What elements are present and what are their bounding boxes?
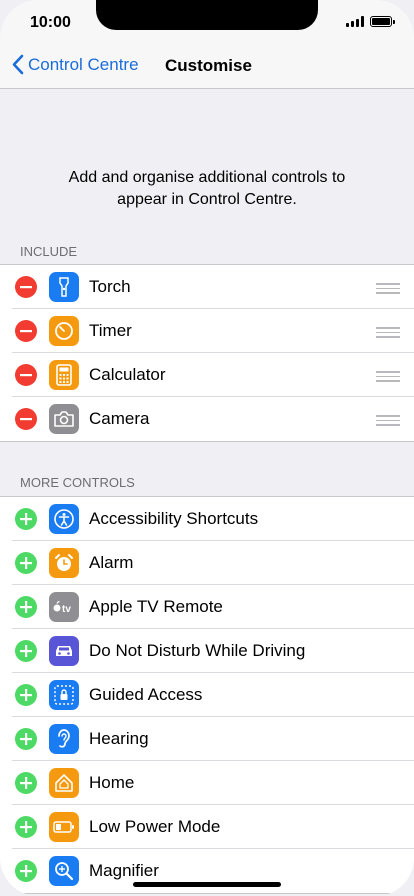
description-line: Add and organise additional controls to …	[68, 169, 346, 208]
navigation-bar: 10:00 Control Centre Customise	[0, 0, 414, 88]
plus-icon	[20, 821, 32, 833]
status-indicators	[346, 16, 395, 27]
reorder-handle-icon[interactable]	[376, 415, 400, 429]
minus-icon	[20, 286, 32, 289]
more-row-low-power-mode[interactable]: Low Power Mode	[0, 805, 414, 849]
plus-icon	[20, 777, 32, 789]
more-row-accessibility-shortcuts[interactable]: Accessibility Shortcuts	[0, 497, 414, 541]
more-row-apple-tv-remote[interactable]: tv Apple TV Remote	[0, 585, 414, 629]
row-label: Torch	[89, 277, 131, 296]
add-button[interactable]	[15, 552, 37, 574]
calculator-icon	[49, 360, 79, 390]
nav-divider	[0, 88, 414, 89]
more-row-guided-access[interactable]: Guided Access	[0, 673, 414, 717]
add-button[interactable]	[15, 596, 37, 618]
plus-icon	[20, 733, 32, 745]
row-label: Guided Access	[89, 685, 203, 704]
add-button[interactable]	[15, 640, 37, 662]
row-label: Timer	[89, 321, 132, 340]
plus-icon	[20, 645, 32, 657]
row-label: Camera	[89, 409, 150, 428]
more-controls-list: Accessibility Shortcuts Alarm tv Apple T…	[0, 496, 414, 894]
camera-icon	[49, 404, 79, 434]
row-label: Home	[89, 773, 135, 792]
plus-icon	[20, 689, 32, 701]
minus-icon	[20, 418, 32, 421]
add-button[interactable]	[15, 684, 37, 706]
remove-button[interactable]	[15, 364, 37, 386]
more-row-do-not-disturb-while-driving[interactable]: Do Not Disturb While Driving	[0, 629, 414, 673]
minus-icon	[20, 330, 32, 333]
guided-access-icon	[49, 680, 79, 710]
add-button[interactable]	[15, 816, 37, 838]
more-controls-section-header: MORE CONTROLS	[20, 475, 135, 490]
include-section-header: INCLUDE	[20, 244, 78, 259]
row-label: Do Not Disturb While Driving	[89, 641, 306, 660]
back-button-label: Control Centre	[28, 54, 139, 74]
row-label: Hearing	[89, 729, 149, 748]
add-button[interactable]	[15, 860, 37, 882]
home-icon	[49, 768, 79, 798]
apple-tv-icon: tv	[49, 592, 79, 622]
add-button[interactable]	[15, 508, 37, 530]
more-row-hearing[interactable]: Hearing	[0, 717, 414, 761]
row-label: Alarm	[89, 553, 134, 572]
ear-icon	[49, 724, 79, 754]
svg-text:tv: tv	[62, 604, 71, 614]
torch-icon	[49, 272, 79, 302]
remove-button[interactable]	[15, 320, 37, 342]
screen: 10:00 Control Centre Customise Add and o…	[0, 0, 414, 896]
cellular-signal-icon	[346, 16, 364, 27]
include-row-camera: Camera	[0, 397, 414, 441]
car-icon	[49, 636, 79, 666]
row-label: Calculator	[89, 365, 166, 384]
plus-icon	[20, 865, 32, 877]
magnifier-icon	[49, 856, 79, 886]
include-list: Torch Timer Calculator Camera	[0, 264, 414, 442]
accessibility-icon	[49, 504, 79, 534]
more-row-home[interactable]: Home	[0, 761, 414, 805]
plus-icon	[20, 601, 32, 613]
include-row-timer: Timer	[0, 309, 414, 353]
add-button[interactable]	[15, 728, 37, 750]
remove-button[interactable]	[15, 276, 37, 298]
remove-button[interactable]	[15, 408, 37, 430]
more-row-alarm[interactable]: Alarm	[0, 541, 414, 585]
battery-status-icon	[370, 16, 395, 27]
plus-icon	[20, 513, 32, 525]
row-label: Accessibility Shortcuts	[89, 509, 259, 528]
include-row-calculator: Calculator	[0, 353, 414, 397]
row-label: Magnifier	[89, 861, 159, 880]
chevron-left-icon	[12, 54, 24, 75]
row-label: Low Power Mode	[89, 817, 221, 836]
description-text: Add and organise additional controls to …	[0, 167, 414, 211]
back-button[interactable]: Control Centre	[12, 54, 139, 75]
plus-icon	[20, 557, 32, 569]
home-indicator[interactable]	[133, 882, 281, 887]
status-time: 10:00	[30, 14, 71, 31]
battery-icon	[49, 812, 79, 842]
page-title: Customise	[165, 56, 252, 75]
timer-icon	[49, 316, 79, 346]
row-label: Apple TV Remote	[89, 597, 223, 616]
notch	[96, 0, 318, 30]
reorder-handle-icon[interactable]	[376, 327, 400, 341]
reorder-handle-icon[interactable]	[376, 371, 400, 385]
minus-icon	[20, 374, 32, 377]
alarm-icon	[49, 548, 79, 578]
reorder-handle-icon[interactable]	[376, 283, 400, 297]
include-row-torch: Torch	[0, 265, 414, 309]
add-button[interactable]	[15, 772, 37, 794]
